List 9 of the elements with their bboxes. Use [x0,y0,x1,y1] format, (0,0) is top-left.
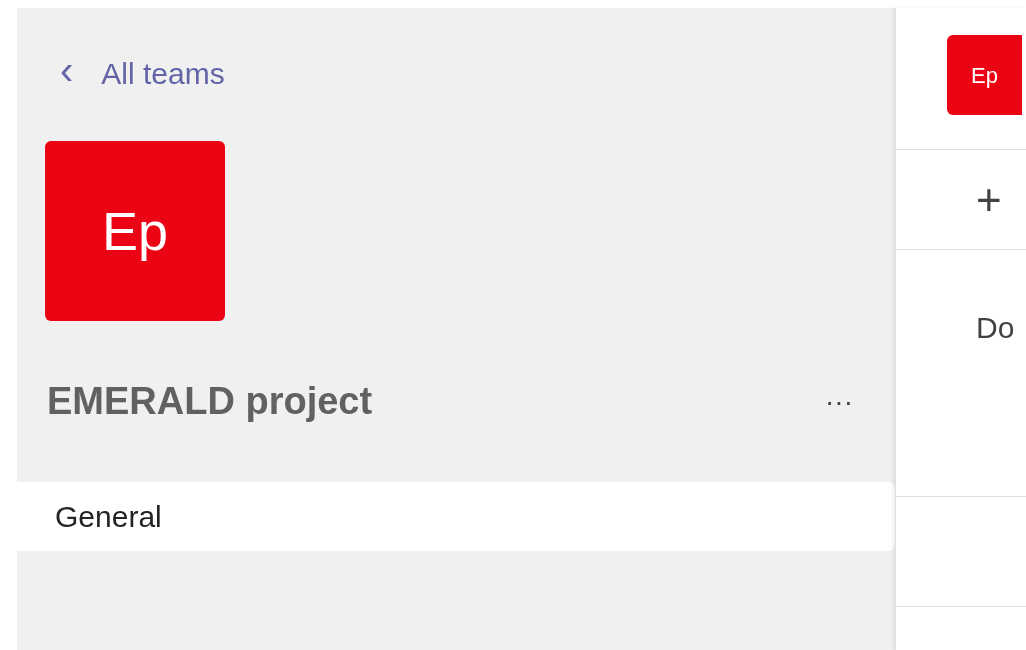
more-options-button[interactable]: ··· [821,380,857,423]
team-avatar: Ep [45,141,225,321]
content-text: Do [976,311,1015,344]
all-teams-link[interactable]: ‹ All teams [60,53,895,93]
add-button[interactable]: + [976,177,1002,222]
channel-item[interactable]: General [17,482,895,551]
team-name: EMERALD project [47,379,373,424]
team-avatar: Ep [947,35,1022,115]
back-chevron-icon: ‹ [60,50,74,90]
